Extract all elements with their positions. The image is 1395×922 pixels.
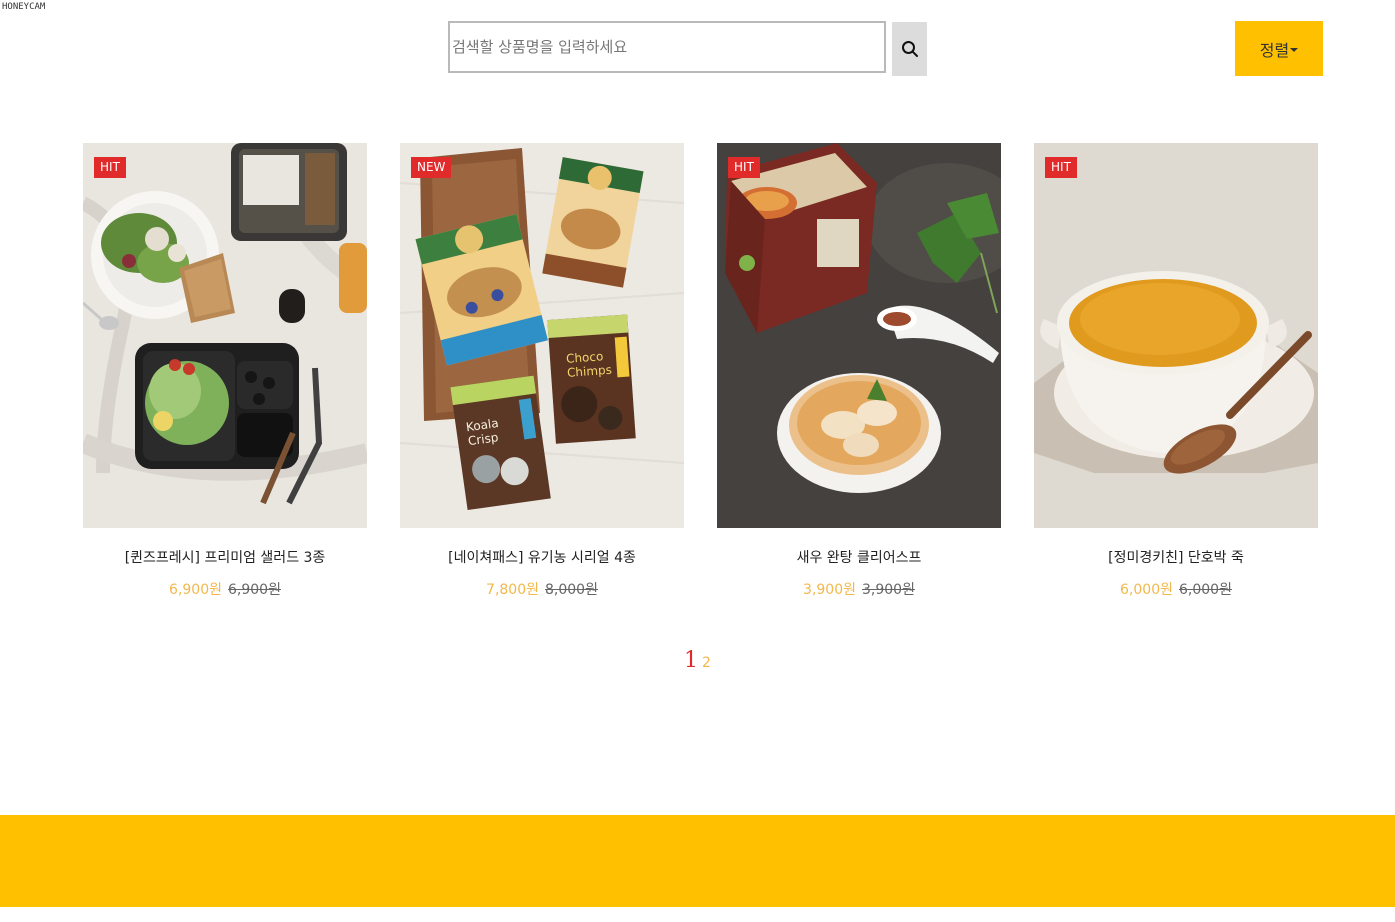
badge-new: NEW [411, 157, 452, 178]
pumpkin-porridge-image [1034, 143, 1318, 528]
watermark: HONEYCAM [2, 2, 46, 12]
product-name[interactable]: 새우 완탕 클리어스프 [717, 549, 1001, 567]
product-name[interactable]: [정미경키친] 단호박 죽 [1034, 549, 1318, 567]
product-card[interactable]: Choco Chimps Koala Crisp NEW [네이쳐패스] 유기농… [400, 143, 684, 599]
badge-hit: HIT [728, 157, 760, 178]
sale-price: 3,900원 [803, 582, 856, 598]
search-input[interactable] [448, 21, 886, 73]
product-image-cereal[interactable]: Choco Chimps Koala Crisp NEW [400, 143, 684, 528]
product-image-wonton-soup[interactable]: HIT [717, 143, 1001, 528]
product-image-salad[interactable]: HIT [83, 143, 367, 528]
pagination: 12 [0, 648, 1395, 673]
caret-down-icon [1290, 47, 1299, 52]
salad-image [83, 143, 367, 528]
product-card[interactable]: HIT 새우 완탕 클리어스프 3,900원 3,900원 [717, 143, 1001, 599]
cereal-image: Choco Chimps Koala Crisp [400, 143, 684, 528]
product-name[interactable]: [퀸즈프레시] 프리미엄 샐러드 3종 [83, 549, 367, 567]
product-card[interactable]: HIT [퀸즈프레시] 프리미엄 샐러드 3종 6,900원 6,900원 [83, 143, 367, 599]
search-button[interactable] [892, 22, 927, 76]
product-card[interactable]: HIT [정미경키친] 단호박 죽 6,000원 6,000원 [1034, 143, 1318, 599]
original-price: 6,900원 [228, 582, 281, 598]
sort-button[interactable]: 정렬 [1235, 21, 1323, 76]
sale-price: 6,900원 [169, 582, 222, 598]
product-image-pumpkin-porridge[interactable]: HIT [1034, 143, 1318, 528]
sale-price: 7,800원 [486, 582, 539, 598]
wonton-soup-image [717, 143, 1001, 528]
original-price: 3,900원 [862, 582, 915, 598]
page-link-1[interactable]: 1 [684, 648, 698, 673]
sale-price: 6,000원 [1120, 582, 1173, 598]
product-name[interactable]: [네이쳐패스] 유기농 시리얼 4종 [400, 549, 684, 567]
footer [0, 815, 1395, 907]
sort-label: 정렬 [1259, 40, 1290, 60]
page-link-2[interactable]: 2 [702, 655, 711, 671]
badge-hit: HIT [94, 157, 126, 178]
original-price: 8,000원 [545, 582, 598, 598]
search-icon [901, 41, 918, 57]
badge-hit: HIT [1045, 157, 1077, 178]
original-price: 6,000원 [1179, 582, 1232, 598]
